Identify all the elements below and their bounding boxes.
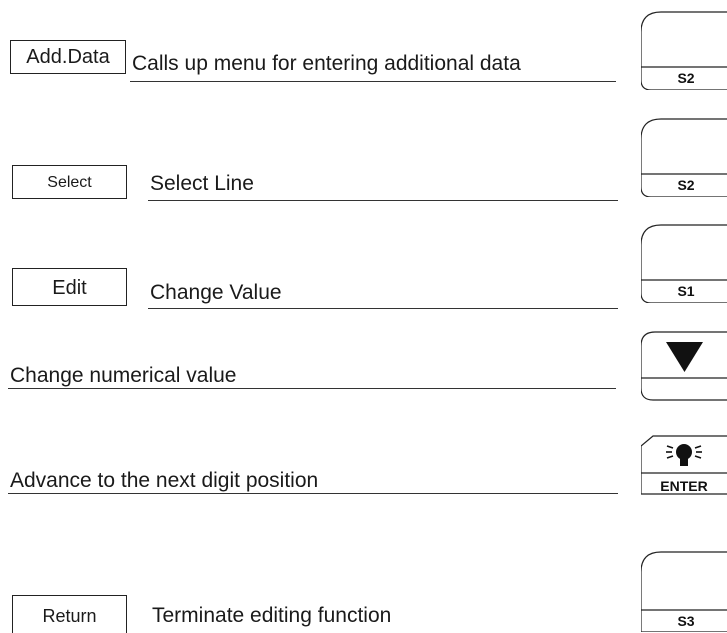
- add-data-description: Calls up menu for entering additional da…: [132, 52, 521, 75]
- change-numerical-value-description: Change numerical value: [10, 364, 237, 387]
- enter-key[interactable]: ENTER: [641, 434, 727, 514]
- edit-softkey[interactable]: Edit: [12, 268, 127, 306]
- down-arrow-key[interactable]: [641, 330, 727, 410]
- return-softkey[interactable]: Return: [12, 595, 127, 633]
- select-softkey[interactable]: Select: [12, 165, 127, 199]
- s2-key[interactable]: S2: [641, 10, 727, 90]
- change-numerical-value-underline: [8, 388, 616, 389]
- edit-underline: [148, 308, 618, 309]
- s1-key-label: S1: [677, 283, 695, 299]
- add-data-underline: [130, 81, 616, 82]
- enter-key-label: ENTER: [660, 478, 708, 494]
- s3-key-label: S3: [677, 613, 695, 629]
- s1-key[interactable]: S1: [641, 223, 727, 303]
- down-triangle-icon: [641, 331, 727, 401]
- s3-key[interactable]: S3: [641, 550, 727, 632]
- s2-key-label: S2: [677, 70, 695, 86]
- select-description: Select Line: [150, 172, 254, 195]
- edit-description: Change Value: [150, 281, 282, 304]
- s2-key[interactable]: S2: [641, 117, 727, 197]
- add-data-softkey[interactable]: Add.Data: [10, 40, 126, 74]
- s2-key-label: S2: [677, 177, 695, 193]
- return-description: Terminate editing function: [152, 604, 392, 627]
- advance-underline: [8, 493, 618, 494]
- select-underline: [148, 200, 618, 201]
- advance-description: Advance to the next digit position: [10, 469, 319, 492]
